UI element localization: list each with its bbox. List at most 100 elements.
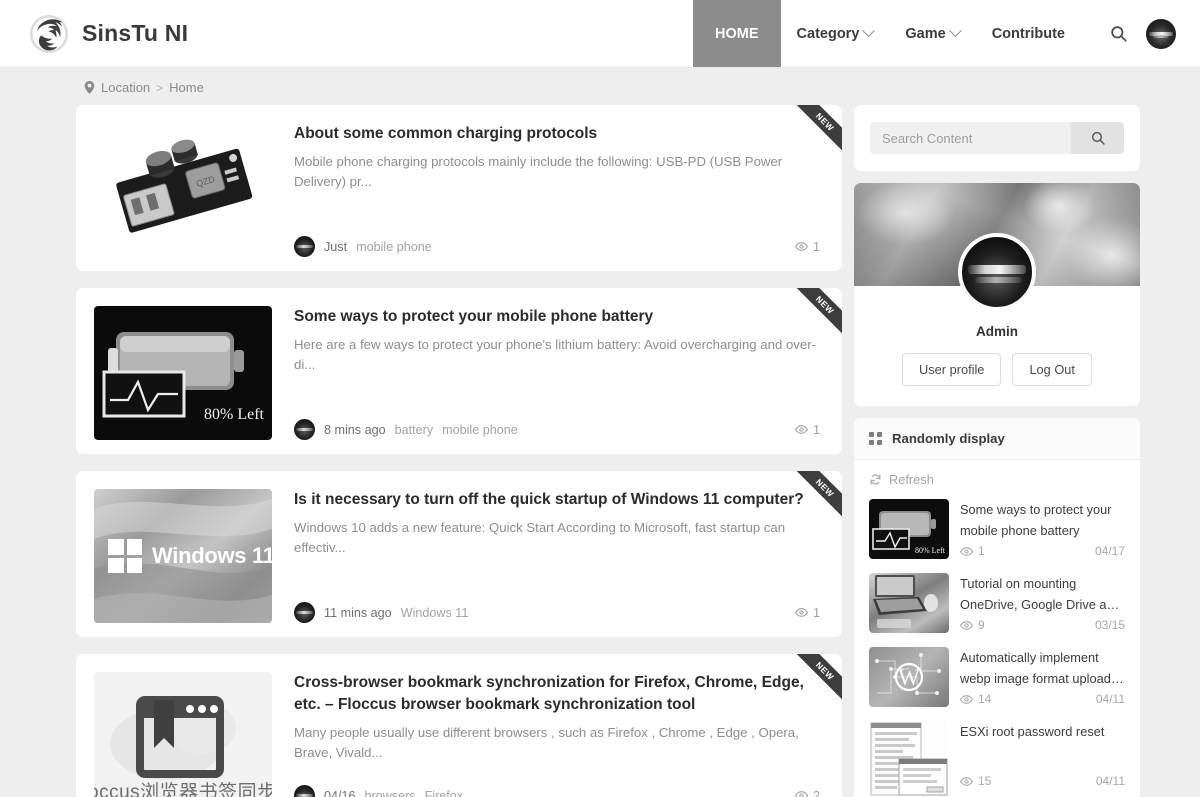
breadcrumb-current[interactable]: Home [169, 80, 204, 95]
windows-logo-row: Windows 11 [108, 539, 272, 573]
nav-item-category[interactable]: Category [781, 0, 890, 67]
breadcrumb: Location > Home [0, 68, 1200, 105]
post-views-count: 1 [812, 422, 820, 437]
post-views: 1 [794, 422, 820, 437]
item-info: ESXi root password reset 15 04/11 [960, 721, 1125, 797]
profile-avatar[interactable] [958, 233, 1036, 311]
post-excerpt: Mobile phone charging protocols mainly i… [294, 154, 783, 189]
author-avatar [294, 602, 315, 623]
item-info: Some ways to protect your mobile phone b… [960, 499, 1125, 559]
item-views-count: 1 [978, 544, 985, 558]
item-meta: 9 03/15 [960, 618, 1125, 632]
nav-item-home[interactable]: HOME [693, 0, 781, 67]
post-thumbnail: QZD [94, 123, 272, 257]
item-title[interactable]: Automatically implement webp image forma… [960, 647, 1125, 689]
item-title[interactable]: ESXi root password reset [960, 721, 1125, 742]
sidebar: Admin User profile Log Out Randomly disp… [854, 105, 1140, 797]
refresh-button[interactable]: Refresh [869, 472, 1125, 487]
profile-actions: User profile Log Out [854, 353, 1140, 386]
brand-name: SinsTu NI [82, 20, 189, 46]
search-input[interactable] [870, 122, 1071, 154]
post-views: 2 [794, 789, 820, 797]
post-meta: 8 mins ago battery mobile phone 1 [294, 407, 820, 440]
post-card[interactable]: NEW 80% Left Some ways to protect your m… [76, 288, 842, 454]
eye-icon [960, 546, 973, 556]
location-pin-icon [84, 81, 95, 94]
floccus-caption: occus浏览器书签同步方 [94, 782, 272, 797]
post-tag[interactable]: mobile phone [442, 423, 518, 437]
item-views-count: 14 [978, 692, 992, 706]
post-views-count: 1 [812, 239, 820, 254]
chevron-down-icon [862, 24, 876, 38]
search-submit-button[interactable] [1071, 122, 1124, 154]
eye-icon [794, 791, 808, 797]
item-title[interactable]: Tutorial on mounting OneDrive, Google Dr… [960, 573, 1125, 615]
nav-item-category-label: Category [796, 25, 860, 42]
post-excerpt: Here are a few ways to protect your phon… [294, 337, 816, 372]
post-tag[interactable]: mobile phone [356, 240, 432, 254]
breadcrumb-separator: > [156, 80, 164, 95]
post-title[interactable]: Some ways to protect your mobile phone b… [294, 306, 820, 328]
post-content: About some common charging protocols Mob… [272, 123, 820, 257]
item-date: 04/11 [1095, 774, 1125, 788]
post-card[interactable]: NEW Windows 11 Is it necessary to turn o… [76, 471, 842, 637]
log-out-button[interactable]: Log Out [1012, 353, 1092, 386]
randomly-display-widget: Randomly display Refresh 80% Left Some w… [854, 418, 1140, 797]
post-content: Is it necessary to turn off the quick st… [272, 489, 820, 623]
usb-charger-board-image: QZD [116, 139, 253, 233]
search-row [870, 122, 1124, 154]
header-actions [1081, 0, 1200, 67]
item-meta: 15 04/11 [960, 774, 1125, 788]
nav-item-game[interactable]: Game [889, 0, 975, 67]
post-tag[interactable]: battery [395, 423, 434, 437]
post-card[interactable]: NEW QZD About some common charging proto… [76, 105, 842, 271]
item-thumbnail: W [869, 647, 949, 707]
header-avatar[interactable] [1146, 18, 1176, 49]
post-tag[interactable]: Firefox [425, 789, 464, 797]
post-card[interactable]: NEW occus浏览器书签同步方 Cross-browser bookmark… [76, 654, 842, 797]
item-info: Tutorial on mounting OneDrive, Google Dr… [960, 573, 1125, 633]
item-thumbnail [869, 721, 949, 797]
item-meta: 14 04/11 [960, 692, 1125, 706]
post-title[interactable]: Is it necessary to turn off the quick st… [294, 489, 820, 511]
post-tag[interactable]: Windows 11 [401, 606, 469, 620]
list-item[interactable]: Tutorial on mounting OneDrive, Google Dr… [869, 573, 1125, 633]
main-nav: HOME Category Game Contribute [693, 0, 1081, 67]
profile-cover-image [854, 183, 1140, 311]
post-meta: 11 mins ago Windows 11 1 [294, 590, 820, 623]
item-thumbnail [869, 573, 949, 633]
item-title[interactable]: Some ways to protect your mobile phone b… [960, 499, 1125, 541]
list-item[interactable]: ESXi root password reset 15 04/11 [869, 721, 1125, 797]
post-thumbnail: Windows 11 [94, 489, 272, 623]
breadcrumb-location-label[interactable]: Location [101, 80, 150, 95]
post-tag[interactable]: browsers [365, 789, 416, 797]
post-views-count: 1 [812, 605, 820, 620]
list-item[interactable]: W Automatically implement webp image for… [869, 647, 1125, 707]
eye-icon [794, 425, 808, 434]
grid-dots-icon [869, 432, 882, 445]
panel-header: Randomly display [854, 418, 1140, 460]
esxi-dialog-screenshot-image [870, 722, 948, 796]
battery-caption: 80% Left [915, 546, 945, 555]
dragon-logo-icon [29, 14, 69, 53]
post-meta: 04/16 browsers Firefox 2 [294, 773, 820, 797]
post-title[interactable]: About some common charging protocols [294, 123, 820, 145]
post-excerpt: Windows 10 adds a new feature: Quick Sta… [294, 520, 786, 555]
post-views: 1 [794, 605, 820, 620]
post-title[interactable]: Cross-browser bookmark synchronization f… [294, 672, 820, 716]
list-item[interactable]: 80% Left Some ways to protect your mobil… [869, 499, 1125, 559]
post-excerpt: Many people usually use different browse… [294, 725, 799, 760]
search-icon[interactable] [1109, 24, 1128, 43]
author-avatar [294, 785, 315, 797]
item-date: 04/17 [1094, 544, 1125, 558]
brand[interactable]: SinsTu NI [0, 0, 188, 67]
item-meta: 1 04/17 [960, 544, 1125, 558]
post-date: 8 mins ago [324, 422, 386, 437]
panel-title: Randomly display [892, 431, 1005, 446]
item-views-count: 15 [978, 774, 992, 788]
desk-laptop-image [873, 575, 938, 628]
nav-item-contribute[interactable]: Contribute [976, 0, 1081, 67]
user-profile-button[interactable]: User profile [902, 353, 1002, 386]
search-widget [854, 105, 1140, 171]
post-date: 04/16 [324, 788, 356, 797]
